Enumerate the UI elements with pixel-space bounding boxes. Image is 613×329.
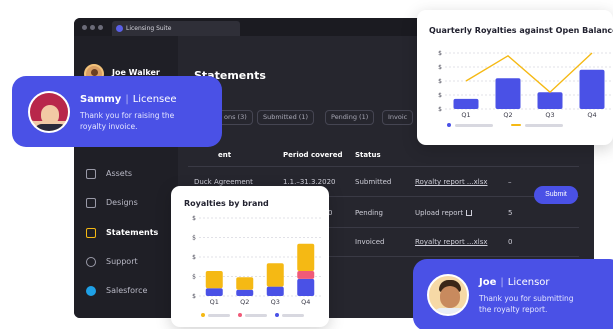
sidebar-item-label: Support: [106, 257, 138, 266]
cell-agreement: Duck Agreement: [194, 178, 253, 186]
sender-role: Licensee: [132, 94, 177, 105]
bar: [297, 243, 315, 272]
headset-icon: [86, 257, 96, 267]
column-header-period[interactable]: Period covered: [283, 151, 342, 159]
promo-stage: Licensing Suite Joe Walker Assets Design…: [0, 0, 613, 329]
y-tick-label: $: [438, 78, 442, 85]
x-tick-label: Q2: [503, 111, 512, 119]
message-joe: Joe | Licensor Thank you for submitting th…: [413, 259, 613, 329]
avatar-joe: [427, 274, 469, 316]
document-icon: [86, 228, 96, 238]
sender-role: Licensor: [507, 277, 550, 288]
sidebar-item-label: Statements: [106, 228, 159, 237]
legend-label-brand-a: [208, 314, 230, 317]
tab-title: Licensing Suite: [126, 25, 172, 32]
y-tick-label: $: [192, 235, 196, 242]
image-icon: [86, 169, 96, 179]
filter-submitted[interactable]: Submitted (1): [257, 110, 315, 125]
window-close-dot[interactable]: [82, 25, 87, 30]
cell-count: 0: [508, 238, 513, 246]
message-sender: Sammy | Licensee: [80, 94, 177, 105]
cloud-icon: [86, 286, 96, 296]
cell-status: Submitted: [355, 178, 392, 186]
cell-status: Invoiced: [355, 238, 385, 246]
sidebar-item-label: Salesforce: [106, 286, 148, 295]
legend-label-royalties: [455, 124, 493, 127]
sidebar-item-label: Assets: [106, 169, 133, 178]
upload-icon: [466, 210, 473, 216]
royalties-by-brand-chart: $ $ $ $ $ Q1 Q2 Q3 Q4: [192, 215, 321, 306]
upload-report-link[interactable]: Upload report: [415, 209, 473, 217]
column-header-status[interactable]: Status: [355, 151, 381, 159]
column-header-agreement[interactable]: ent: [218, 151, 231, 159]
bar: [236, 289, 254, 296]
bar: [297, 271, 315, 279]
bar: [579, 69, 605, 109]
cell-count: 5: [508, 209, 513, 217]
bar: [236, 277, 254, 290]
x-tick-label: Q1: [461, 111, 470, 119]
y-tick-label: $: [192, 254, 196, 261]
legend-dot-brand-a: [201, 313, 205, 317]
layers-icon: [86, 198, 96, 208]
message-text: Thank you for raising the royalty invoic…: [80, 111, 175, 131]
x-tick-label: Q2: [240, 298, 249, 306]
legend-dot-royalties: [447, 123, 451, 127]
x-tick-label: Q3: [271, 298, 280, 306]
bar: [205, 271, 223, 289]
quarterly-royalties-card: Quarterly Royalties against Open Balance…: [417, 10, 613, 145]
window-minimize-dot[interactable]: [90, 25, 95, 30]
y-tick-label: $: [438, 92, 442, 99]
avatar-sammy: [28, 91, 70, 133]
sender-name: Joe: [479, 277, 497, 288]
y-tick-label: $: [192, 215, 196, 222]
bar: [266, 263, 284, 287]
bar: [266, 286, 284, 296]
legend-label-brand-b: [245, 314, 267, 317]
x-tick-label: Q4: [587, 111, 596, 119]
window-maximize-dot[interactable]: [98, 25, 103, 30]
bar: [205, 288, 223, 296]
bar: [453, 98, 479, 109]
legend-dot-brand-c: [275, 313, 279, 317]
cell-period: 1.1.–31.3.2020: [283, 178, 336, 186]
y-tick-label: $: [192, 293, 196, 300]
legend-line-balance: [511, 124, 521, 126]
report-link[interactable]: Royalty report ...xlsx: [415, 178, 487, 186]
row-divider: [188, 166, 579, 167]
filter-invoiced[interactable]: Invoic: [382, 110, 414, 125]
submit-button[interactable]: Submit: [534, 186, 578, 204]
y-tick-label: $: [438, 50, 442, 57]
royalties-by-brand-card: Royalties by brand $ $ $ $ $ Q1 Q2 Q3 Q4: [171, 186, 329, 327]
filter-all[interactable]: ons (3): [218, 110, 253, 125]
report-link[interactable]: Royalty report ...xlsx: [415, 238, 487, 246]
sidebar-item-label: Designs: [106, 198, 138, 207]
browser-tab[interactable]: Licensing Suite: [112, 21, 240, 36]
cell-count: –: [508, 178, 512, 186]
y-tick-label: $: [438, 106, 442, 113]
filter-pending[interactable]: Pending (1): [325, 110, 375, 125]
cell-status: Pending: [355, 209, 383, 217]
message-sender: Joe | Licensor: [479, 277, 550, 288]
sender-name: Sammy: [80, 94, 122, 105]
message-sammy: Sammy | Licensee Thank you for raising the…: [12, 76, 222, 147]
app-logo-icon: [116, 25, 123, 32]
message-text: Thank you for submitting the royalty rep…: [479, 294, 574, 314]
x-tick-label: Q1: [210, 298, 219, 306]
legend-label-balance: [525, 124, 563, 127]
upload-report-label: Upload report: [415, 209, 464, 217]
legend-dot-brand-b: [238, 313, 242, 317]
bar: [537, 92, 563, 109]
y-tick-label: $: [192, 274, 196, 281]
bar: [297, 278, 315, 296]
x-tick-label: Q4: [301, 298, 310, 306]
y-tick-label: $: [438, 64, 442, 71]
legend-label-brand-c: [282, 314, 304, 317]
series-line: [465, 52, 593, 94]
x-tick-label: Q3: [545, 111, 554, 119]
bar: [495, 78, 521, 109]
